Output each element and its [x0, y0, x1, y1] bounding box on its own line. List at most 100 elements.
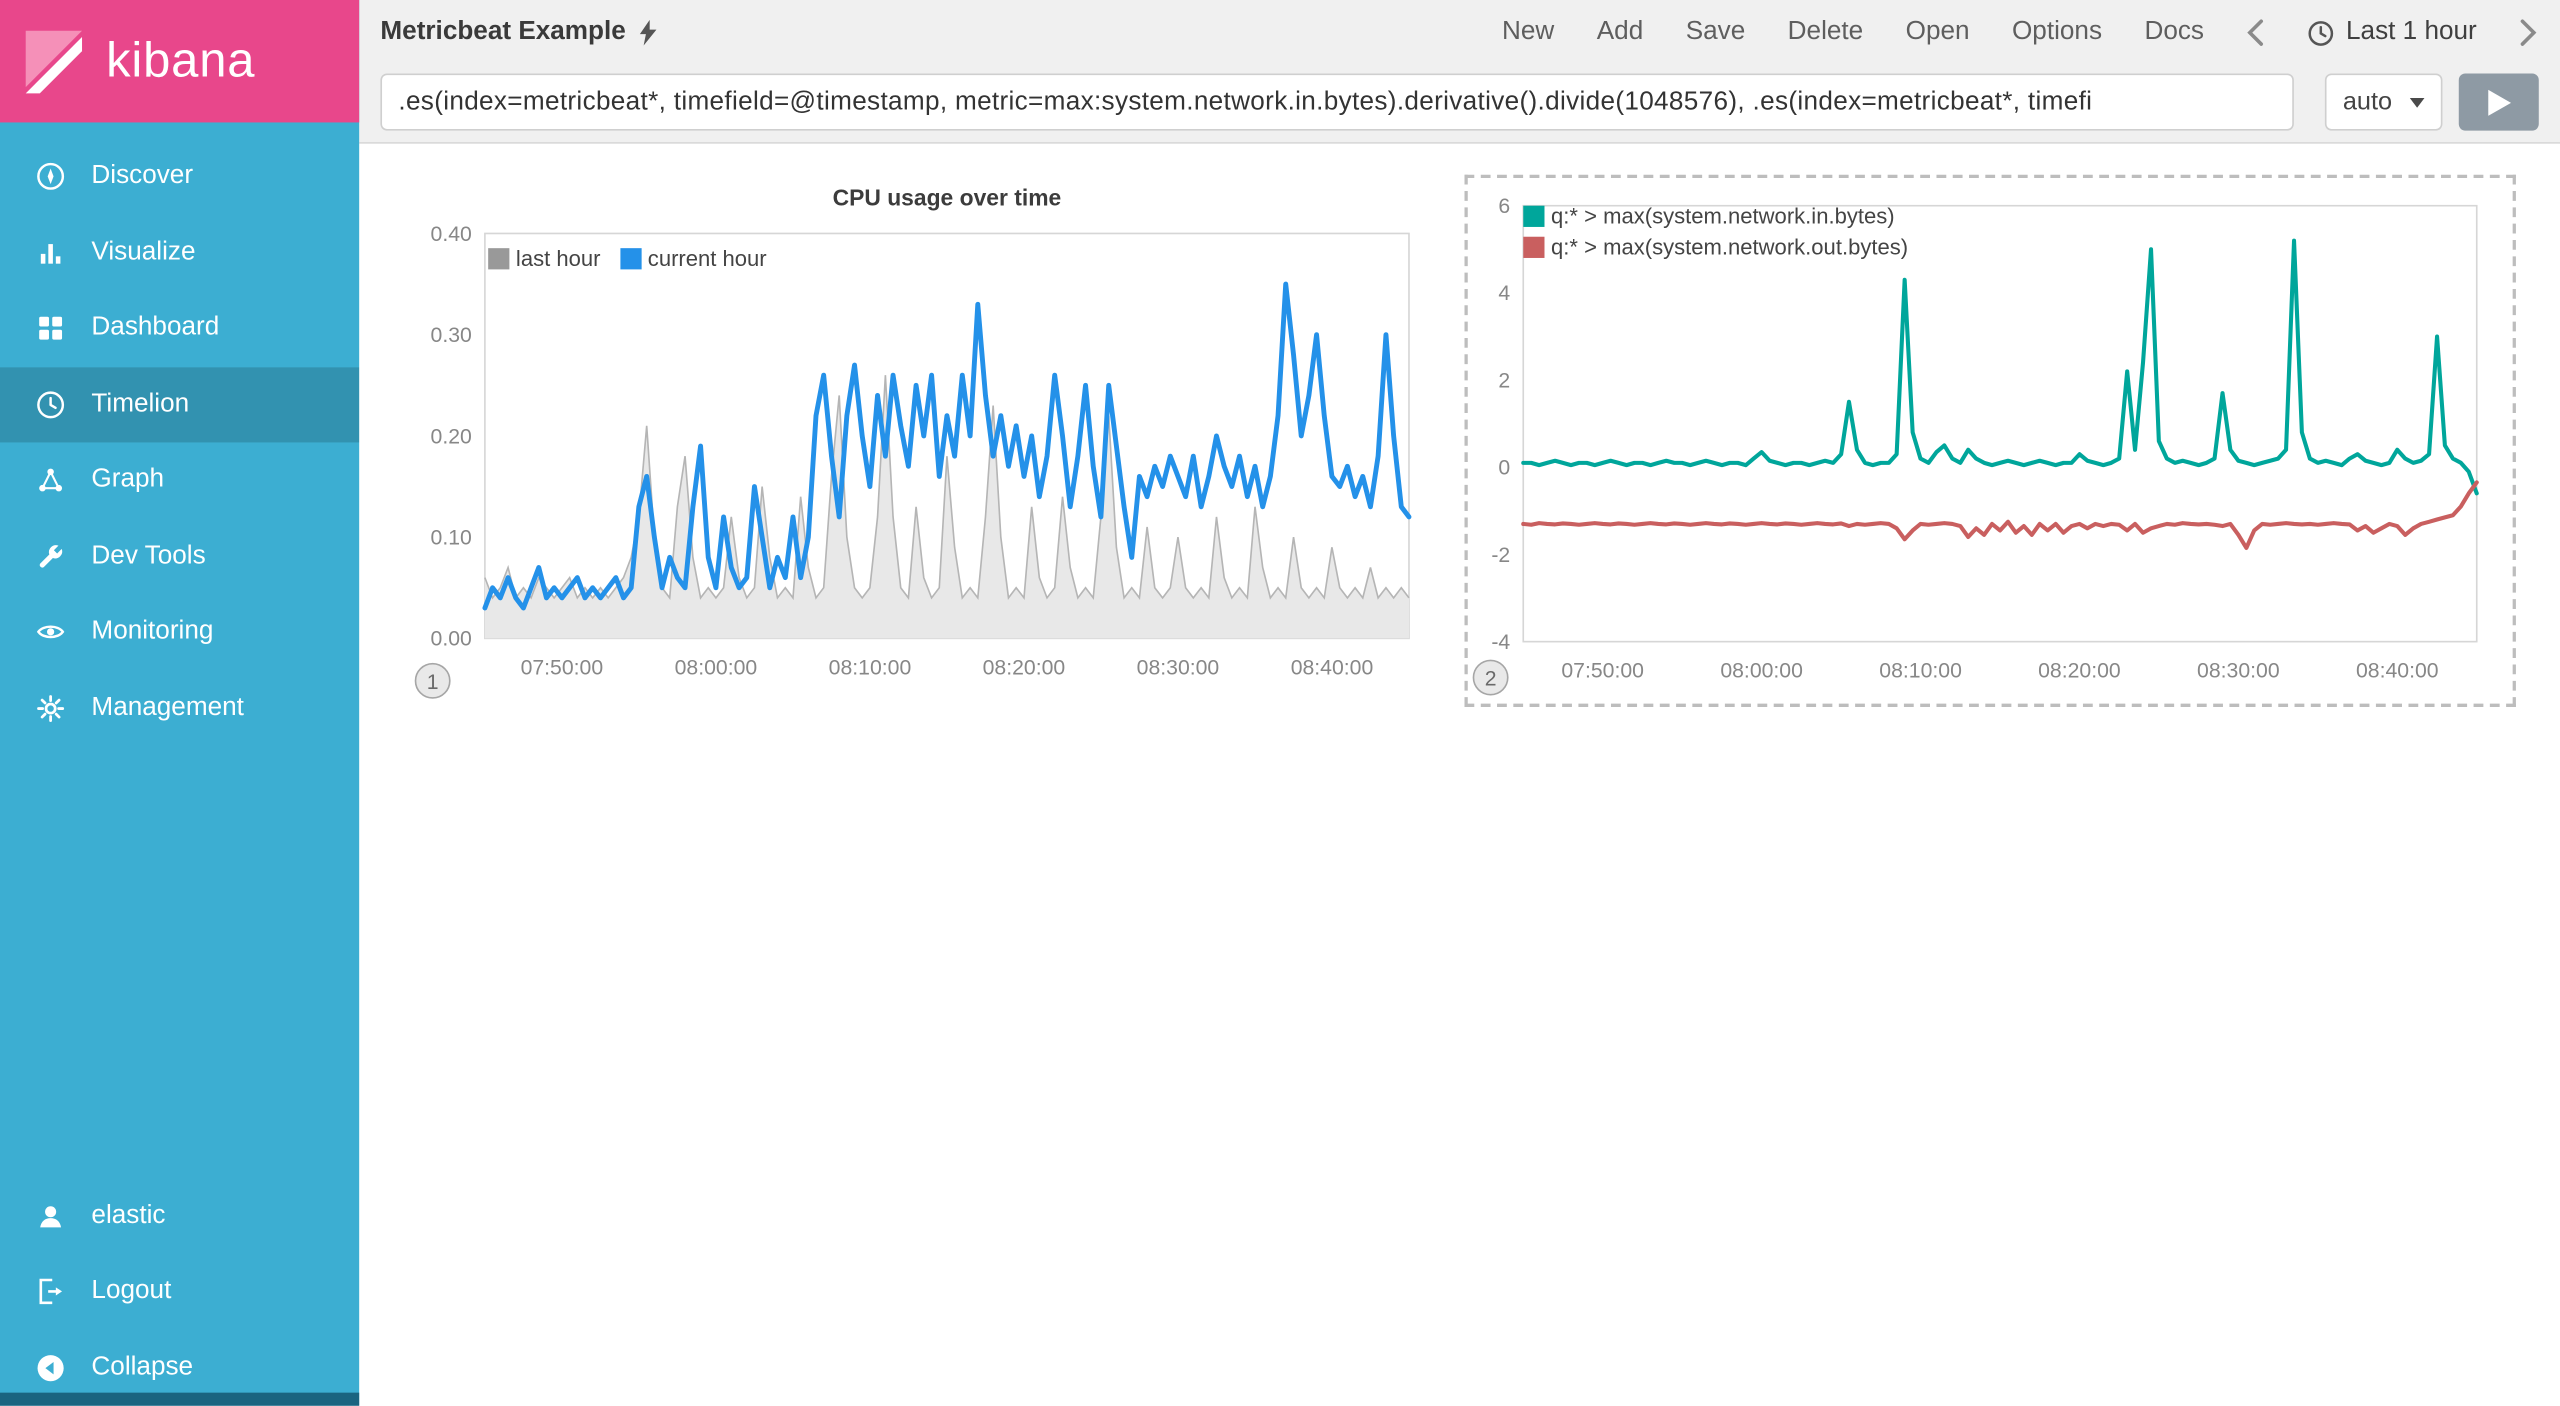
sidebar-item-graph[interactable]: Graph — [0, 442, 359, 518]
legend-label: q:* > max(system.network.in.bytes) — [1551, 204, 1895, 229]
brand-name: kibana — [106, 33, 256, 88]
compass-icon — [34, 160, 67, 193]
sheet-title-wrap: Metricbeat Example — [380, 18, 658, 47]
x-tick-label: 08:20:00 — [983, 656, 1066, 679]
menu-save[interactable]: Save — [1686, 18, 1746, 47]
sidebar-item-monitoring[interactable]: Monitoring — [0, 594, 359, 670]
play-icon — [2487, 88, 2511, 116]
sidebar-item-label: Timelion — [91, 389, 190, 418]
timepicker[interactable]: Last 1 hour — [2307, 18, 2477, 47]
gear-icon — [34, 692, 67, 725]
kibana-logo-icon — [25, 29, 83, 93]
legend-item: q:* > max(system.network.out.bytes) — [1523, 235, 1909, 260]
sidebar-bottom-accent — [0, 1392, 360, 1406]
x-tick-label: 08:00:00 — [1720, 660, 1803, 683]
legend-swatch — [488, 248, 510, 270]
menu-docs[interactable]: Docs — [2144, 18, 2204, 47]
y-tick-label: -4 — [1491, 631, 1510, 654]
lightning-icon — [640, 19, 657, 46]
x-tick-label: 08:10:00 — [1879, 660, 1962, 683]
menu-delete[interactable]: Delete — [1788, 18, 1864, 47]
timelion-panel-2[interactable]: 6 4 2 0 -2 -4 07:50:00 08:00:00 08:10:00 08:20:00… — [1464, 174, 2516, 707]
sidebar-item-elastic-user[interactable]: elastic — [0, 1178, 359, 1254]
legend-swatch — [1523, 205, 1545, 227]
topbar-menu: New Add Save Delete Open Options Docs La… — [1502, 18, 2537, 47]
sidebar-item-label: elastic — [91, 1201, 166, 1229]
time-back-button[interactable] — [2246, 18, 2264, 47]
y-tick-label: 0.40 — [431, 223, 472, 246]
series-line-1 — [1521, 480, 2479, 550]
sidebar-item-label: Graph — [91, 465, 165, 494]
sidebar-item-logout[interactable]: Logout — [0, 1254, 359, 1330]
chevron-left-icon — [2247, 19, 2263, 46]
sidebar-item-label: Logout — [91, 1277, 172, 1305]
sidebar-item-timelion[interactable]: Timelion — [0, 366, 360, 443]
time-forward-button[interactable] — [2519, 18, 2537, 47]
chevron-down-icon — [2409, 97, 2425, 107]
chart-legend: last hour current hour — [488, 247, 767, 271]
panel-number-badge: 1 — [414, 662, 451, 699]
collapse-icon — [34, 1351, 67, 1384]
y-tick-label: -2 — [1491, 544, 1510, 567]
timelion-panel-1[interactable]: CPU usage over time 0.40 0.30 0.20 0.10 0.00… — [386, 171, 1445, 719]
interval-value: auto — [2342, 87, 2393, 116]
user-icon — [34, 1200, 67, 1233]
interval-select[interactable]: auto — [2324, 73, 2443, 131]
sidebar-item-dev-tools[interactable]: Dev Tools — [0, 518, 359, 594]
run-query-button[interactable] — [2458, 73, 2539, 131]
legend-item: last hour — [488, 247, 600, 271]
sidebar-item-label: Collapse — [91, 1353, 194, 1381]
panel-number-badge: 2 — [1472, 659, 1509, 696]
timelion-query-input[interactable] — [380, 73, 2294, 131]
menu-add[interactable]: Add — [1597, 18, 1643, 47]
legend-swatch — [620, 248, 642, 270]
y-tick-label: 0.20 — [431, 425, 472, 448]
sheet-title: Metricbeat Example — [380, 17, 626, 46]
x-tick-label: 08:40:00 — [1291, 656, 1374, 679]
x-tick-label: 07:50:00 — [1561, 660, 1644, 683]
x-tick-label: 07:50:00 — [521, 656, 604, 679]
x-tick-label: 08:10:00 — [829, 656, 912, 679]
x-tick-label: 08:00:00 — [675, 656, 758, 679]
plot-border — [1522, 204, 2478, 643]
kibana-app: kibana Discover Visualize Dashboard Time… — [0, 0, 2560, 1406]
y-tick-label: 0.00 — [431, 628, 472, 651]
sidebar-item-management[interactable]: Management — [0, 670, 359, 746]
sidebar-item-visualize[interactable]: Visualize — [0, 215, 359, 291]
clock-icon — [2308, 20, 2334, 46]
chart-legend: q:* > max(system.network.in.bytes) q:* > … — [1523, 204, 1908, 260]
clock-icon — [34, 388, 67, 421]
x-tick-label: 08:40:00 — [2356, 660, 2439, 683]
y-tick-label: 0 — [1498, 457, 1510, 480]
x-tick-label: 08:30:00 — [1137, 656, 1220, 679]
y-tick-label: 6 — [1498, 195, 1510, 218]
menu-new[interactable]: New — [1502, 18, 1554, 47]
sidebar-item-dashboard[interactable]: Dashboard — [0, 291, 359, 367]
menu-options[interactable]: Options — [2012, 18, 2102, 47]
y-tick-label: 0.30 — [431, 324, 472, 347]
y-tick-label: 2 — [1498, 369, 1510, 392]
sidebar-item-discover[interactable]: Discover — [0, 139, 359, 215]
y-tick-label: 4 — [1498, 282, 1510, 305]
legend-label: last hour — [515, 246, 601, 272]
eye-icon — [34, 616, 67, 649]
topbar: Metricbeat Example New Add Save Delete O… — [359, 0, 2560, 65]
sidebar-nav: Discover Visualize Dashboard Timelion Gr… — [0, 139, 360, 746]
menu-open[interactable]: Open — [1906, 18, 1970, 47]
timepicker-label: Last 1 hour — [2346, 17, 2477, 46]
legend-label: q:* > max(system.network.out.bytes) — [1551, 235, 1909, 260]
sidebar-footer: elastic Logout Collapse — [0, 1178, 359, 1406]
bar-chart-icon — [34, 236, 67, 269]
x-tick-label: 08:20:00 — [2038, 660, 2121, 683]
kibana-logo-header: kibana — [0, 0, 360, 123]
x-tick-label: 08:30:00 — [2197, 660, 2280, 683]
sidebar-item-label: Management — [91, 693, 244, 722]
graph-icon — [34, 464, 67, 497]
querybar: auto — [380, 73, 2539, 131]
sidebar-item-label: Monitoring — [91, 617, 214, 646]
dashboard-icon — [34, 312, 67, 345]
y-tick-label: 0.10 — [431, 526, 472, 549]
logout-icon — [34, 1276, 67, 1309]
sidebar-item-label: Dashboard — [91, 313, 220, 342]
legend-swatch — [1523, 236, 1545, 258]
